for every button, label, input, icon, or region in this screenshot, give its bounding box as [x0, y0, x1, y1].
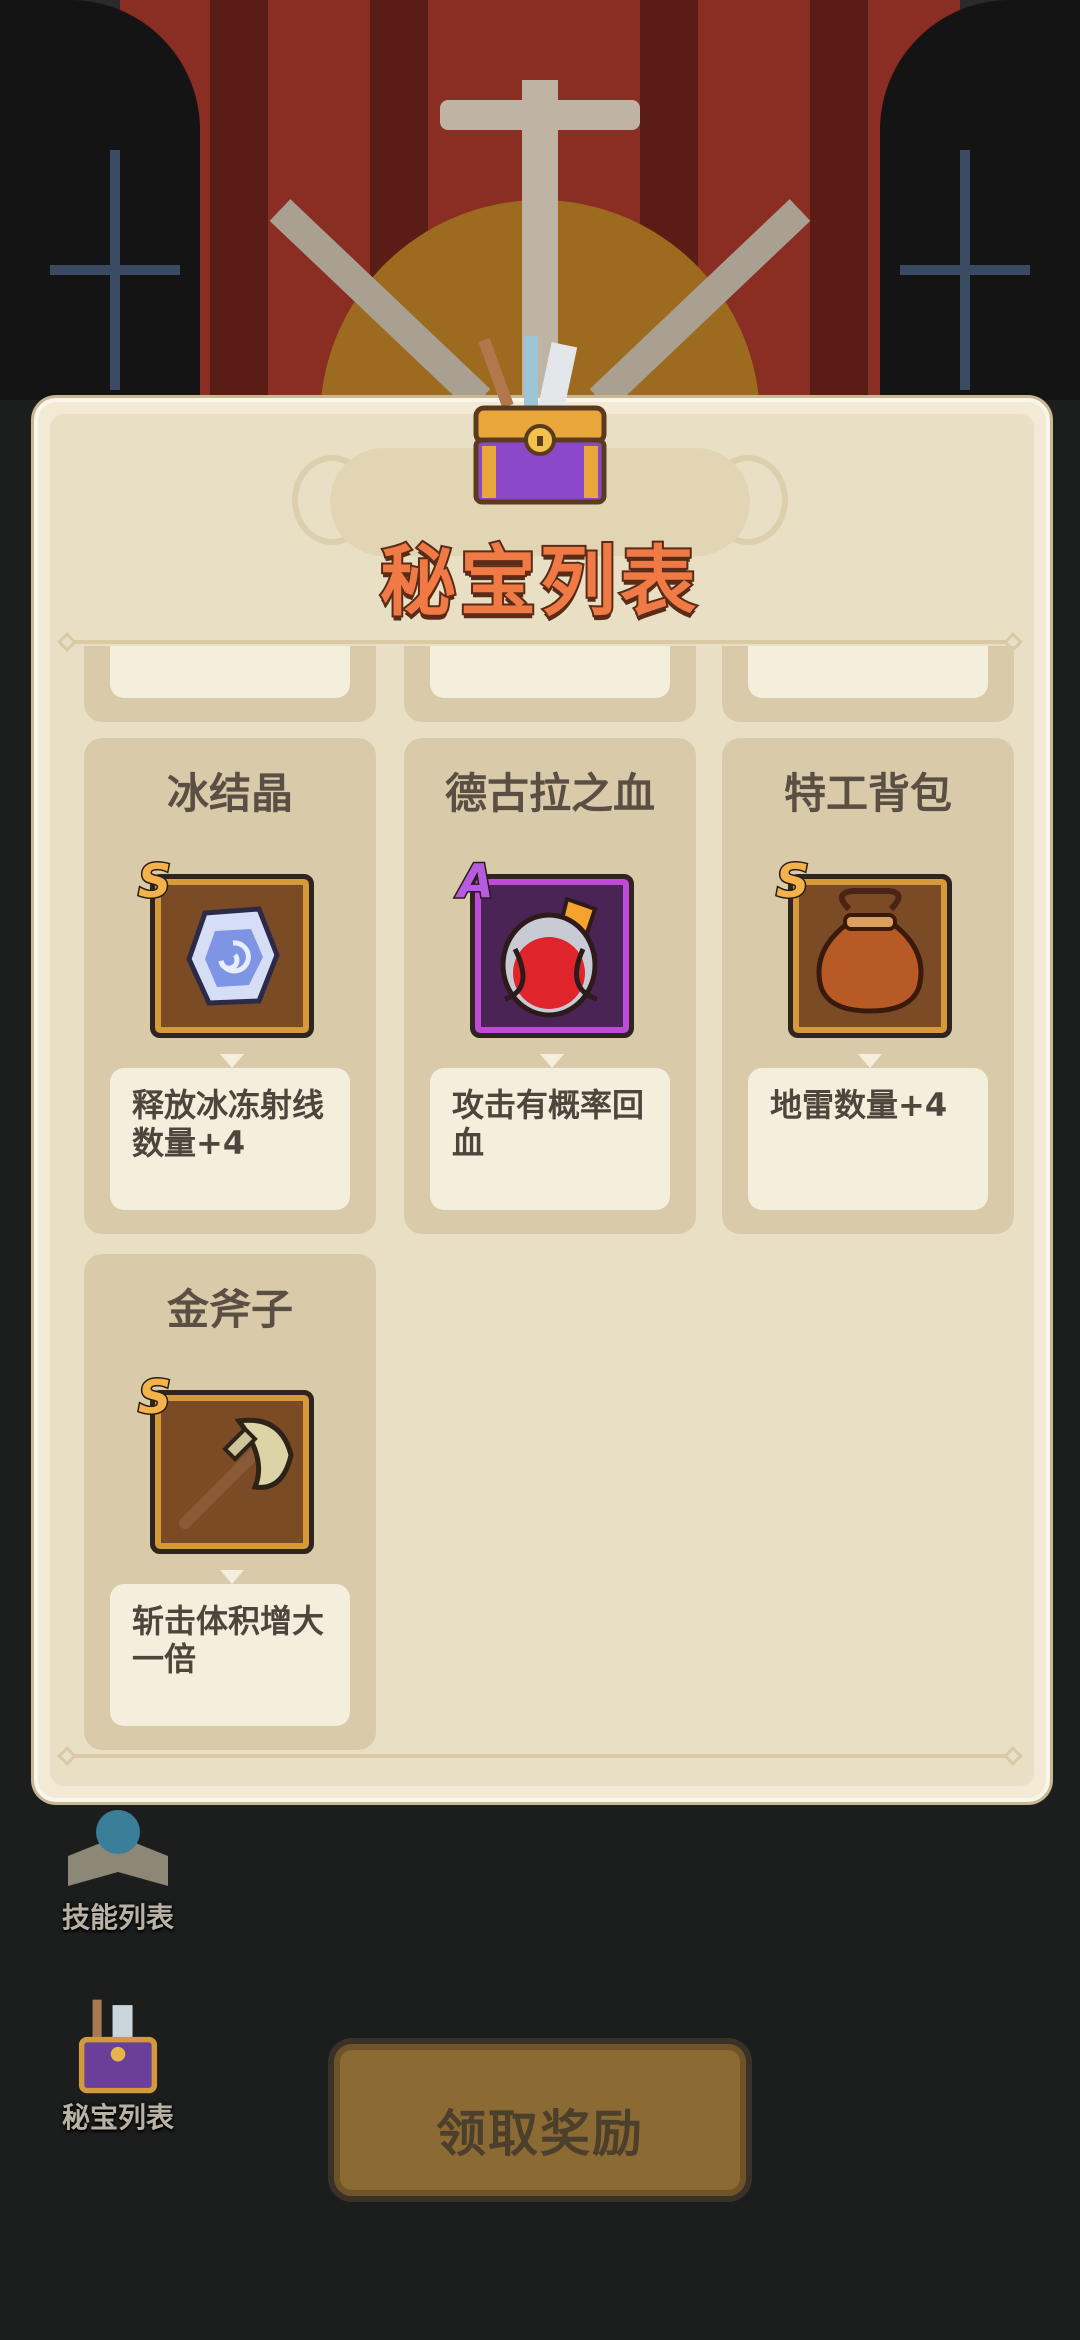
treasure-card-partial: [722, 646, 1014, 722]
treasure-chest-icon: [473, 336, 607, 505]
treasure-description: 地雷数量+4: [748, 1068, 988, 1210]
treasure-name: 德古拉之血: [444, 769, 655, 818]
skills-list-label: 技能列表: [61, 1901, 174, 1934]
treasure-icon-frame: [788, 874, 952, 1038]
treasure-icon-frame: [470, 874, 634, 1038]
treasure-description: 斩击体积增大一倍: [110, 1584, 350, 1726]
golden-axe-icon: [179, 1417, 294, 1529]
claim-reward-label: 领取奖励: [436, 2105, 644, 2163]
claim-reward-button[interactable]: 领取奖励: [328, 2038, 752, 2202]
spear-decor-icon: [50, 150, 180, 390]
treasure-name: 冰结晶: [166, 769, 293, 818]
treasure-card-partial: [84, 646, 376, 722]
modal-title: 秘宝列表: [378, 535, 700, 628]
treasure-card[interactable]: 冰结晶 S 释放冰冻射线数量+4: [84, 738, 376, 1234]
treasure-card[interactable]: 德古拉之血 A 攻击有概率回血: [404, 738, 696, 1234]
treasure-icon-frame: [150, 1390, 314, 1554]
treasure-card[interactable]: 特工背包 S 地雷数量+4: [722, 738, 1014, 1234]
desc-pointer: [220, 1570, 244, 1584]
treasure-list-button[interactable]: 秘宝列表: [40, 1990, 196, 2140]
skills-list-button[interactable]: 技能列表: [40, 1790, 196, 1940]
rank-badge: A: [457, 853, 496, 910]
treasure-chest-icon: [78, 1999, 158, 2094]
agent-bag-icon: [816, 888, 924, 1014]
treasure-list-label: 秘宝列表: [61, 2101, 174, 2134]
treasure-description: 释放冰冻射线数量+4: [110, 1068, 350, 1210]
desc-pointer: [858, 1054, 882, 1068]
treasure-description: 攻击有概率回血: [430, 1068, 670, 1210]
rank-badge: S: [136, 1369, 172, 1426]
treasure-card-partial: [404, 646, 696, 722]
spear-decor-icon: [900, 150, 1030, 390]
treasure-card[interactable]: 金斧子 S 斩击体积增大一倍: [84, 1254, 376, 1750]
treasure-name: 金斧子: [166, 1285, 293, 1334]
rank-badge: S: [136, 853, 172, 910]
rank-badge: S: [774, 853, 810, 910]
treasure-grid[interactable]: 冰结晶 S 释放冰冻射线数量+4 德古拉之血 A 攻击有概率回血 特工背包 S …: [46, 646, 1034, 1750]
desc-pointer: [540, 1054, 564, 1068]
treasure-name: 特工背包: [783, 769, 952, 818]
skill-book-icon: [68, 1810, 168, 1886]
treasure-icon-frame: [150, 874, 314, 1038]
blood-potion-icon: [500, 896, 598, 1018]
bottom-divider: [66, 1754, 1014, 1758]
ice-crystal-icon: [186, 906, 280, 1006]
top-divider: [66, 640, 1014, 644]
desc-pointer: [220, 1054, 244, 1068]
